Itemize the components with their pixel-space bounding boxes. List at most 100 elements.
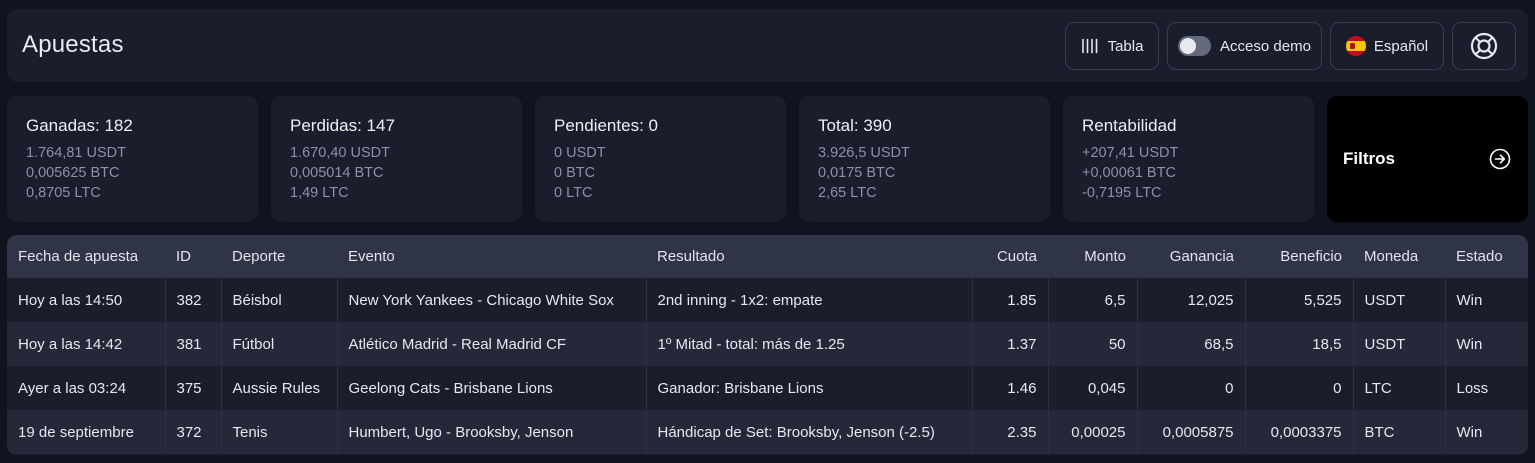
- cell-profit: 18,5: [1244, 322, 1353, 366]
- column-header-result[interactable]: Resultado: [646, 235, 972, 278]
- cell-result: 1º Mitad - total: más de 1.25: [645, 322, 972, 366]
- stat-title: Ganadas: 182: [26, 116, 133, 135]
- stat-title: Total: 390: [818, 116, 892, 135]
- page-title: Apuestas: [22, 31, 124, 58]
- column-header-date[interactable]: Fecha de apuesta: [7, 235, 165, 278]
- cell-id: 372: [164, 410, 221, 454]
- column-header-currency[interactable]: Moneda: [1353, 235, 1445, 278]
- filters-label: Filtros: [1343, 149, 1395, 168]
- column-header-profit[interactable]: Beneficio: [1245, 235, 1353, 278]
- stat-usdt: 1.670,40 USDT: [290, 145, 390, 161]
- column-header-amount[interactable]: Monto: [1048, 235, 1137, 278]
- stat-card-total: Total: 390 3.926,5 USDT 0,0175 BTC 2,65 …: [799, 96, 1050, 222]
- spain-flag-icon: [1345, 36, 1366, 56]
- cell-amount: 0,00025: [1047, 410, 1137, 454]
- cell-profit: 0,0003375: [1244, 410, 1353, 454]
- cell-event: Humbert, Ugo - Brooksby, Jenson: [336, 410, 646, 454]
- column-header-odds[interactable]: Cuota: [972, 235, 1048, 278]
- cell-date: Ayer a las 03:24: [18, 379, 127, 397]
- column-header-winnings[interactable]: Ganancia: [1137, 235, 1245, 278]
- table-row[interactable]: Ayer a las 03:24 375 Aussie Rules Geelon…: [7, 366, 1528, 410]
- cell-profit: 0: [1244, 366, 1353, 410]
- stat-btc: 0,0175 BTC: [818, 165, 896, 181]
- column-header-event[interactable]: Evento: [337, 235, 646, 278]
- cell-profit: 5,525: [1244, 278, 1353, 322]
- demo-access-label: Acceso demo: [1220, 37, 1311, 55]
- table-view-button[interactable]: Tabla: [1065, 22, 1159, 70]
- cell-id: 375: [164, 366, 221, 410]
- cell-status: Win: [1444, 278, 1528, 322]
- stat-usdt: 3.926,5 USDT: [818, 145, 910, 161]
- stat-ltc: 2,65 LTC: [818, 185, 877, 201]
- column-header-sport[interactable]: Deporte: [221, 235, 337, 278]
- stat-btc: +0,00061 BTC: [1082, 165, 1176, 181]
- stat-title: Pendientes: 0: [554, 116, 658, 135]
- column-header-status[interactable]: Estado: [1445, 235, 1528, 278]
- filters-button[interactable]: Filtros: [1327, 96, 1528, 222]
- language-label: Español: [1373, 37, 1429, 55]
- support-button[interactable]: [1452, 22, 1516, 70]
- cell-winnings: 0: [1136, 366, 1245, 410]
- table-row[interactable]: 19 de septiembre 372 Tenis Humbert, Ugo …: [7, 410, 1528, 454]
- demo-access-toggle[interactable]: Acceso demo: [1167, 22, 1322, 70]
- cell-amount: 6,5: [1047, 278, 1137, 322]
- stat-ltc: 0 LTC: [554, 185, 593, 201]
- stat-btc: 0 BTC: [554, 165, 596, 181]
- toggle-switch[interactable]: [1178, 36, 1212, 56]
- cell-currency: USDT: [1352, 322, 1445, 366]
- cell-date: Hoy a las 14:42: [18, 335, 123, 353]
- cell-event: Geelong Cats - Brisbane Lions: [336, 366, 646, 410]
- cell-event: Atlético Madrid - Real Madrid CF: [336, 322, 646, 366]
- cell-result: Hándicap de Set: Brooksby, Jenson (-2.5): [645, 410, 972, 454]
- stat-card-lost: Perdidas: 147 1.670,40 USDT 0,005014 BTC…: [271, 96, 522, 222]
- cell-currency: LTC: [1352, 366, 1445, 410]
- cell-winnings: 12,025: [1136, 278, 1245, 322]
- cell-result: Ganador: Brisbane Lions: [645, 366, 972, 410]
- bets-table: Fecha de apuesta ID Deporte Evento Resul…: [7, 235, 1528, 455]
- cell-odds: 1.46: [971, 366, 1048, 410]
- cell-status: Win: [1444, 322, 1528, 366]
- top-bar: Apuestas Tabla Acceso demo Español: [7, 9, 1528, 82]
- cell-date: Hoy a las 14:50: [18, 291, 123, 309]
- stat-card-pending: Pendientes: 0 0 USDT 0 BTC 0 LTC: [535, 96, 786, 222]
- cell-sport: Fútbol: [220, 322, 337, 366]
- cell-sport: Béisbol: [220, 278, 337, 322]
- cell-odds: 2.35: [971, 410, 1048, 454]
- arrow-right-circle-icon: [1489, 148, 1511, 170]
- stat-title: Rentabilidad: [1082, 116, 1177, 135]
- cell-status: Loss: [1444, 366, 1528, 410]
- cell-status: Win: [1444, 410, 1528, 454]
- table-row[interactable]: Hoy a las 14:42 381 Fútbol Atlético Madr…: [7, 322, 1528, 366]
- cell-sport: Tenis: [220, 410, 337, 454]
- stat-ltc: 0,8705 LTC: [26, 185, 101, 201]
- cell-currency: BTC: [1352, 410, 1445, 454]
- lifebuoy-icon: [1470, 32, 1498, 60]
- cell-sport: Aussie Rules: [220, 366, 337, 410]
- columns-icon: [1081, 38, 1097, 54]
- cell-amount: 0,045: [1047, 366, 1137, 410]
- stat-btc: 0,005625 BTC: [26, 165, 120, 181]
- stat-usdt: 0 USDT: [554, 145, 606, 161]
- stat-card-won: Ganadas: 182 1.764,81 USDT 0,005625 BTC …: [7, 96, 258, 222]
- cell-odds: 1.85: [971, 278, 1048, 322]
- language-selector[interactable]: Español: [1330, 22, 1444, 70]
- cell-odds: 1.37: [971, 322, 1048, 366]
- cell-event: New York Yankees - Chicago White Sox: [336, 278, 646, 322]
- table-row[interactable]: Hoy a las 14:50 382 Béisbol New York Yan…: [7, 278, 1528, 322]
- cell-currency: USDT: [1352, 278, 1445, 322]
- stat-usdt: +207,41 USDT: [1082, 145, 1179, 161]
- cell-id: 382: [164, 278, 221, 322]
- cell-date: 19 de septiembre: [18, 423, 134, 441]
- cell-id: 381: [164, 322, 221, 366]
- cell-winnings: 68,5: [1136, 322, 1245, 366]
- cell-winnings: 0,0005875: [1136, 410, 1245, 454]
- stat-title: Perdidas: 147: [290, 116, 395, 135]
- stat-ltc: 1,49 LTC: [290, 185, 349, 201]
- stat-btc: 0,005014 BTC: [290, 165, 384, 181]
- stat-usdt: 1.764,81 USDT: [26, 145, 126, 161]
- table-view-label: Tabla: [1107, 37, 1144, 55]
- stat-ltc: -0,7195 LTC: [1082, 185, 1162, 201]
- table-header-row: Fecha de apuesta ID Deporte Evento Resul…: [7, 235, 1528, 278]
- column-header-id[interactable]: ID: [165, 235, 221, 278]
- cell-result: 2nd inning - 1x2: empate: [645, 278, 972, 322]
